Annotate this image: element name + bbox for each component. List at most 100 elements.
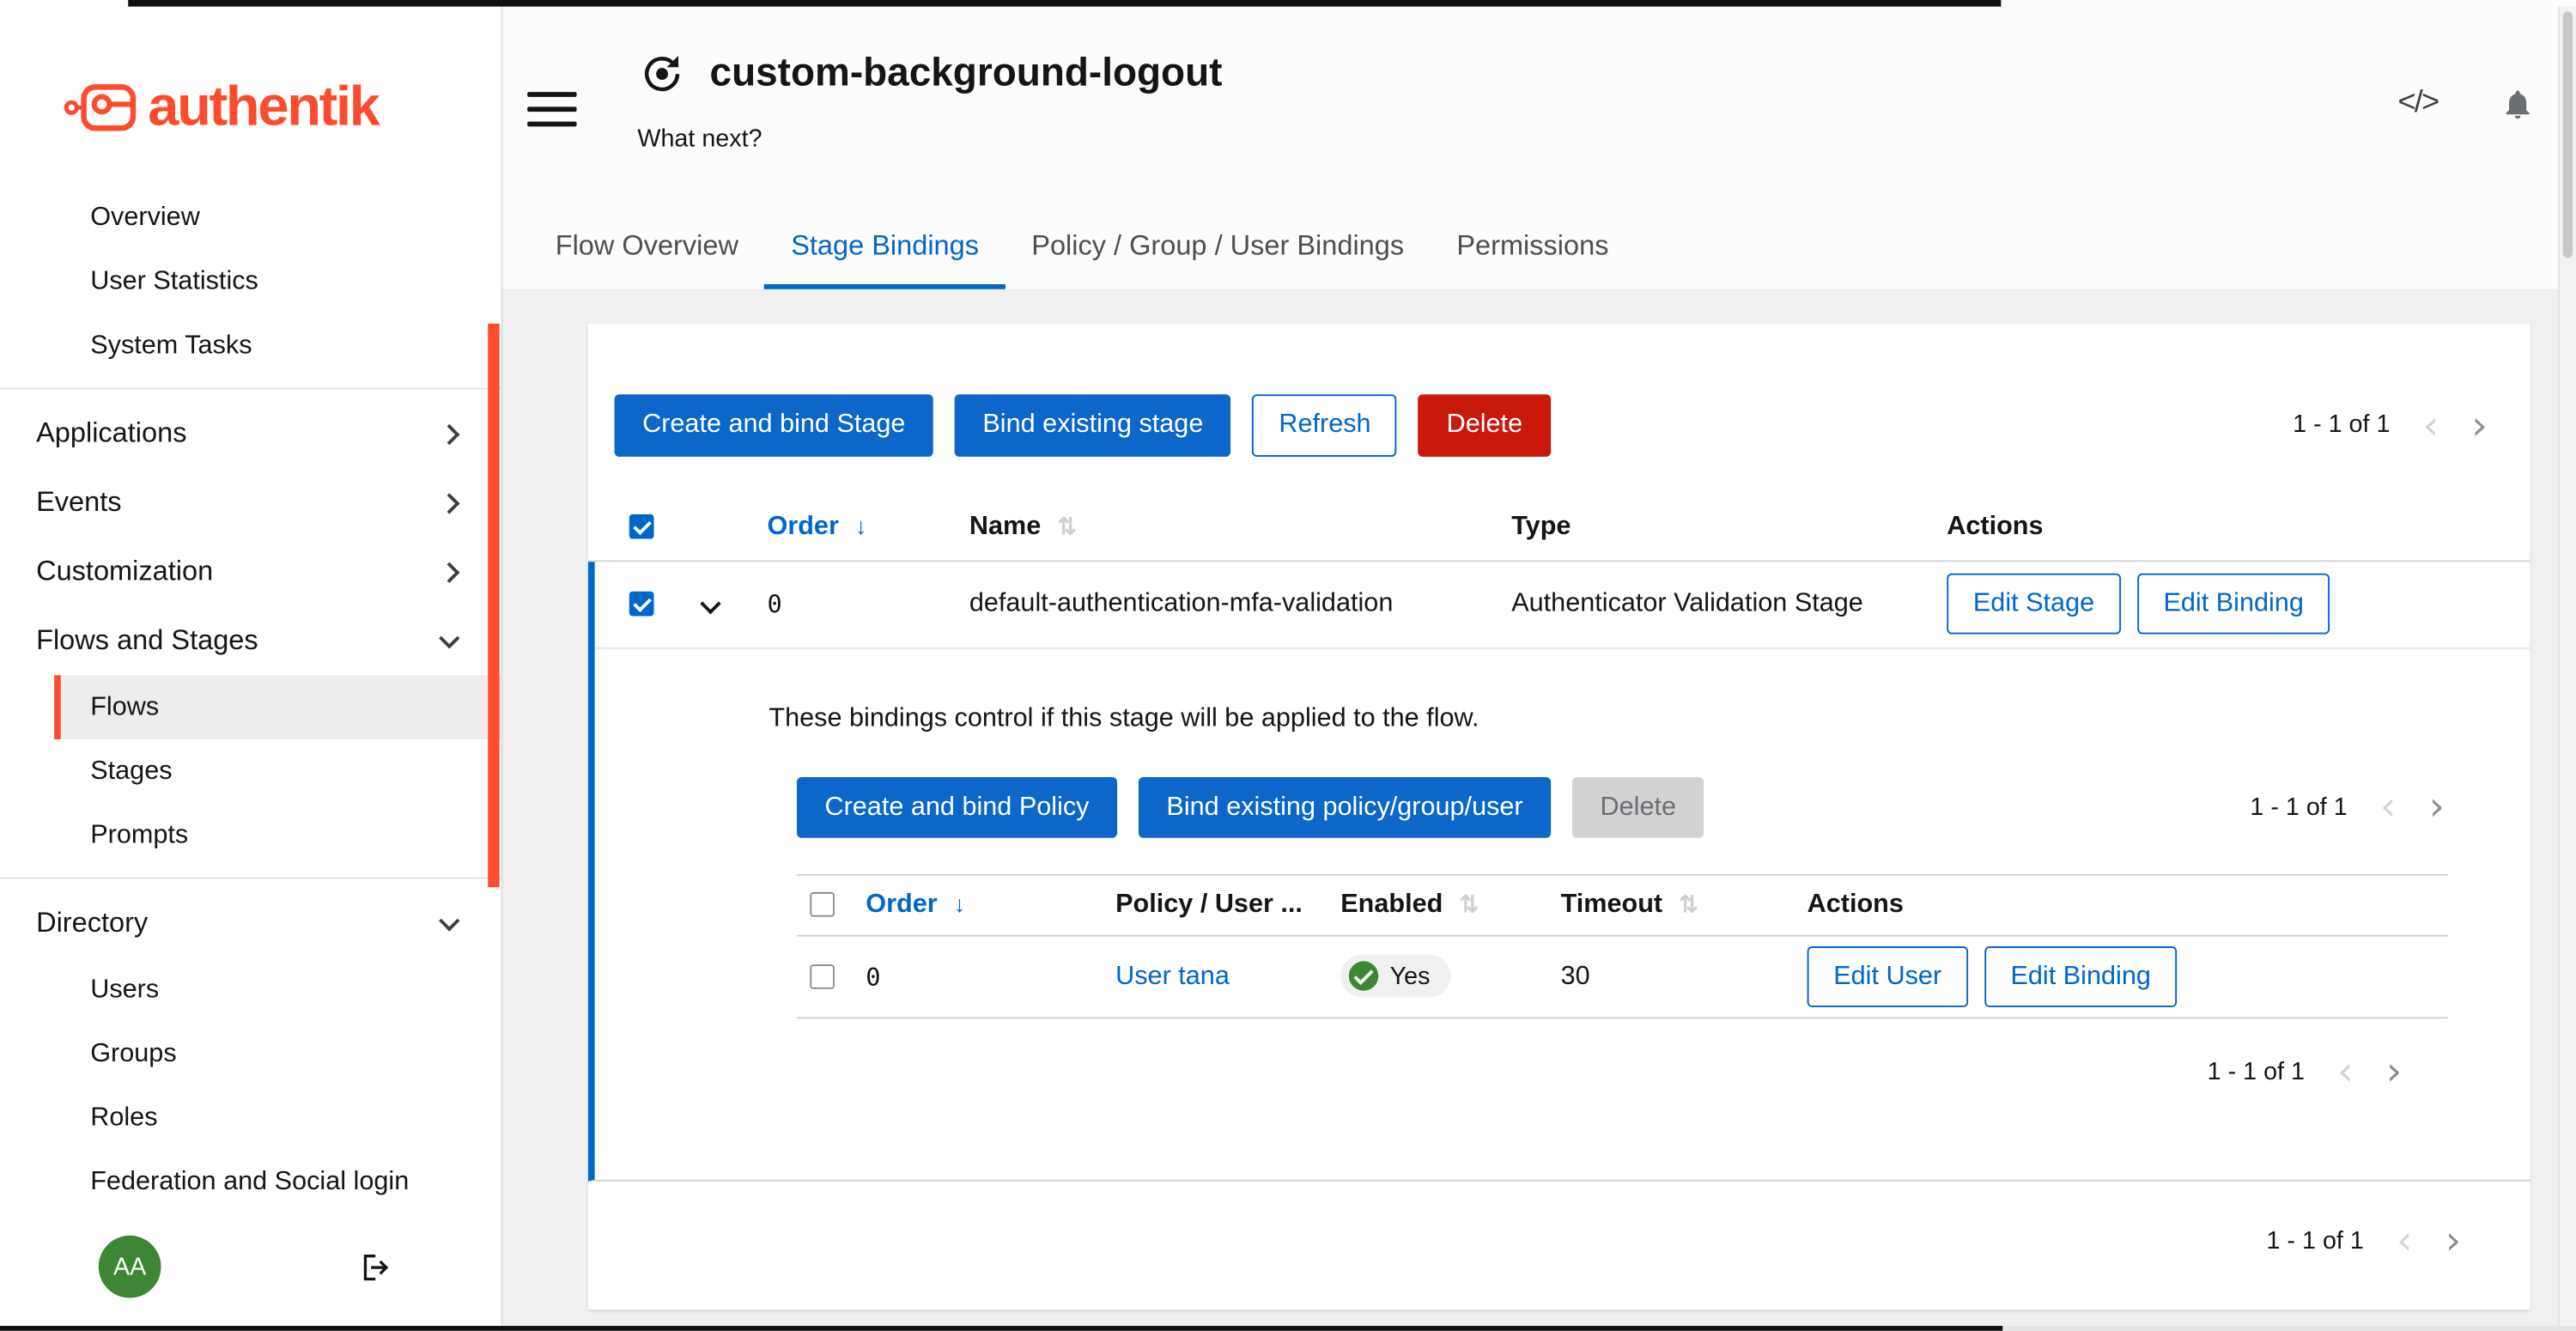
sidebar-scrollbar-thumb[interactable] [488,324,499,887]
column-header-order[interactable]: Order↓ [866,890,1115,920]
tab-bar: Flow Overview Stage Bindings Policy / Gr… [502,210,2576,291]
binding-table-header: Order↓ Policy / User ... Enabled⇅ Timeou… [797,874,2448,937]
column-header-name[interactable]: Name⇅ [969,513,1511,542]
avatar[interactable]: AA [99,1236,161,1298]
authentik-logo-icon [63,81,138,135]
pagination-prev-icon[interactable]: ‹ [2423,405,2439,445]
window-bottom-border-light [2002,1326,2576,1331]
row-checkbox[interactable] [629,592,654,617]
sidebar-divider [0,878,501,879]
tab-stage-bindings[interactable]: Stage Bindings [765,210,1005,289]
enabled-badge: Yes [1340,955,1451,998]
sidebar-item-stages[interactable]: Stages [54,739,501,804]
brand-name: authentik [148,76,378,140]
column-header-timeout[interactable]: Timeout⇅ [1561,890,1807,920]
tab-policy-group-user-bindings[interactable]: Policy / Group / User Bindings [1005,210,1431,289]
hamburger-menu-icon[interactable] [527,92,576,137]
stage-toolbar: Create and bind Stage Bind existing stag… [588,324,2530,495]
tab-permissions[interactable]: Permissions [1431,210,1635,289]
sidebar-section-applications[interactable]: Applications [0,399,501,468]
sidebar-item-users[interactable]: Users [54,957,501,1022]
delete-binding-button[interactable]: Delete [1572,776,1704,838]
pagination-prev-icon[interactable]: ‹ [2380,787,2396,827]
binding-row-checkbox[interactable] [810,964,835,989]
pagination-card-bottom: 1 - 1 of 1 ‹ › [2267,1221,2462,1261]
pagination-panel-top: 1 - 1 of 1 ‹ › [2250,787,2445,827]
pagination-prev-icon[interactable]: ‹ [2397,1221,2412,1261]
stage-table-row: 0 default-authentication-mfa-validation … [595,562,2530,648]
select-all-bindings-checkbox[interactable] [810,893,835,918]
sidebar-nav: Overview User Statistics System Tasks Ap… [0,185,501,1216]
sort-desc-icon: ↓ [855,513,866,539]
sidebar-item-federation[interactable]: Federation and Social login [54,1150,501,1214]
refresh-button[interactable]: Refresh [1253,394,1397,456]
sort-icon: ⇅ [1679,890,1698,917]
sidebar-item-groups[interactable]: Groups [54,1022,501,1086]
binding-order-value: 0 [866,963,1115,992]
chevron-right-icon [439,492,459,513]
sidebar-section-directory[interactable]: Directory [0,889,501,957]
pagination-next-icon[interactable]: › [2386,1052,2402,1091]
bind-existing-policy-button[interactable]: Bind existing policy/group/user [1139,776,1551,838]
edit-binding-button[interactable]: Edit Binding [2137,573,2330,635]
pagination-top: 1 - 1 of 1 ‹ › [2293,405,2488,445]
pagination-panel-bottom-wrap: 1 - 1 of 1 ‹ › [769,1052,2447,1091]
sort-desc-icon: ↓ [954,890,965,917]
pagination-next-icon[interactable]: › [2445,1221,2461,1261]
pagination-next-icon[interactable]: › [2429,787,2445,827]
authentik-logo[interactable]: authentik [0,0,501,185]
page-title: custom-background-logout [710,51,1223,97]
delete-button[interactable]: Delete [1419,394,1551,456]
collapse-row-icon[interactable] [700,593,720,613]
policy-user-link[interactable]: User tana [1115,963,1230,991]
flow-icon [637,49,686,98]
window-bottom-border [0,1326,2002,1331]
stage-type-value: Authenticator Validation Stage [1511,589,1947,618]
sidebar-section-events[interactable]: Events [0,468,501,537]
select-all-checkbox[interactable] [629,515,654,540]
pagination-panel-bottom: 1 - 1 of 1 ‹ › [2208,1052,2403,1091]
pagination-next-icon[interactable]: › [2471,405,2487,445]
pagination-prev-icon[interactable]: ‹ [2337,1052,2353,1091]
pagination-label: 1 - 1 of 1 [2293,411,2390,440]
sidebar-item-system-tasks[interactable]: System Tasks [54,313,501,378]
logout-icon[interactable] [358,1249,392,1284]
header-icons: </> [2397,85,2535,121]
stage-name-value: default-authentication-mfa-validation [969,589,1511,618]
edit-binding-button[interactable]: Edit Binding [1984,946,2178,1008]
chevron-down-icon [439,627,459,647]
column-header-order[interactable]: Order↓ [768,513,969,542]
pagination-label: 1 - 1 of 1 [2208,1058,2305,1086]
sidebar-item-user-statistics[interactable]: User Statistics [54,250,501,314]
page-header: custom-background-logout What next? </> [502,0,2576,210]
tab-flow-overview[interactable]: Flow Overview [529,210,764,289]
create-and-bind-stage-button[interactable]: Create and bind Stage [615,394,933,456]
bind-existing-stage-button[interactable]: Bind existing stage [955,394,1231,456]
edit-stage-button[interactable]: Edit Stage [1947,573,2120,635]
sidebar-item-roles[interactable]: Roles [54,1086,501,1151]
create-and-bind-policy-button[interactable]: Create and bind Policy [797,776,1117,838]
policy-binding-table: Order↓ Policy / User ... Enabled⇅ Timeou… [797,874,2448,1018]
notification-bell-icon[interactable] [2500,86,2535,120]
sort-icon: ⇅ [1459,890,1478,917]
stage-bindings-card: Create and bind Stage Bind existing stag… [588,324,2530,1310]
check-icon [1349,962,1378,991]
browser-scrollbar-thumb[interactable] [2563,11,2573,258]
column-header-enabled[interactable]: Enabled⇅ [1340,890,1560,920]
stage-table-header: Order↓ Name⇅ Type Actions [588,495,2530,562]
authentik-admin-interface: authentik Overview User Statistics Syste… [0,0,2576,1331]
sidebar-item-overview[interactable]: Overview [54,185,501,250]
column-header-policy-user: Policy / User ... [1115,890,1340,920]
sidebar: authentik Overview User Statistics Syste… [0,0,502,1331]
api-drawer-icon[interactable]: </> [2397,85,2438,121]
pagination-label: 1 - 1 of 1 [2267,1227,2364,1255]
sidebar-item-flows[interactable]: Flows [54,675,501,739]
column-header-actions: Actions [1807,890,2448,920]
binding-description: These bindings control if this stage wil… [769,704,2447,733]
sidebar-item-prompts[interactable]: Prompts [54,804,501,868]
sidebar-section-customization[interactable]: Customization [0,538,501,606]
sidebar-section-flows-and-stages[interactable]: Flows and Stages [0,606,501,675]
browser-scrollbar[interactable] [2558,7,2576,1326]
timeout-value: 30 [1561,963,1807,992]
edit-user-button[interactable]: Edit User [1807,946,1968,1008]
